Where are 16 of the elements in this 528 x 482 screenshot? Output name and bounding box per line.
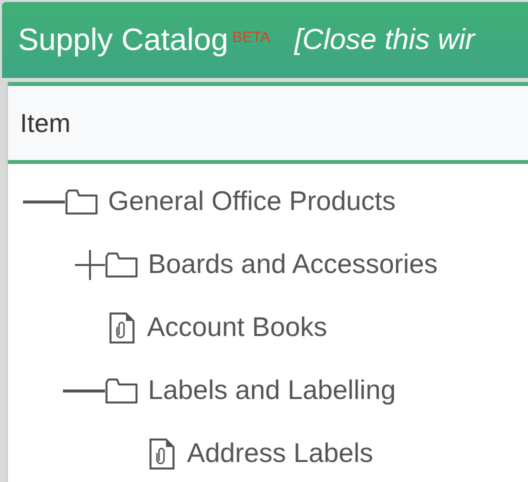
tree-item-label[interactable]: Address Labels [187,438,374,469]
folder-icon [105,252,138,278]
expand-icon[interactable] [75,250,105,280]
attachment-file-icon [109,312,135,344]
column-title: Item [20,108,71,138]
folder-icon [65,188,98,214]
attachment-file-icon [149,438,175,470]
collapse-icon[interactable] [63,388,105,392]
tree-item-label[interactable]: Boards and Accessories [148,249,438,280]
tree-item-label[interactable]: Account Books [147,312,328,343]
tree-item-label[interactable]: Labels and Labelling [148,375,396,406]
beta-label: BETA [232,29,270,46]
tree-item-label[interactable]: General Office Products [108,186,396,217]
folder-icon [105,378,138,404]
window-title: Supply Catalog [18,22,228,58]
collapse-icon[interactable] [23,200,65,204]
